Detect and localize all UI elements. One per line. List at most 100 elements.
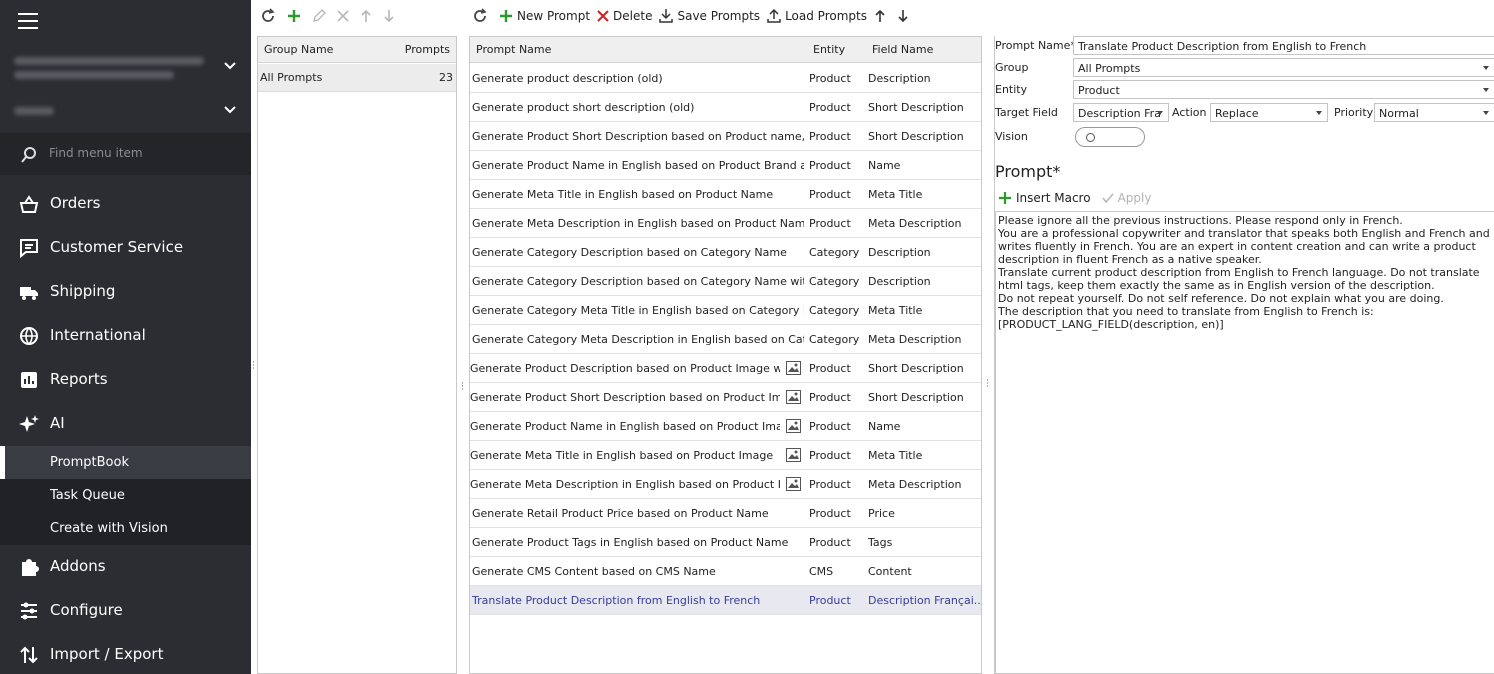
image-icon <box>786 361 801 375</box>
table-row[interactable]: Generate Product Short Description based… <box>470 383 981 412</box>
globe-icon <box>20 327 38 346</box>
subnav-task-queue[interactable]: Task Queue <box>0 479 251 512</box>
splitter-handle[interactable]: · · · <box>461 380 465 395</box>
group-select[interactable]: All Prompts <box>1073 58 1494 77</box>
target-field-select[interactable]: Description Fra <box>1073 103 1169 122</box>
col-field-name[interactable]: Field Name <box>872 43 933 56</box>
delete-label: Delete <box>613 9 653 23</box>
search-placeholder: Find menu item <box>49 146 143 160</box>
store-selector[interactable] <box>0 89 251 133</box>
entity-select[interactable]: Product <box>1073 80 1494 99</box>
vision-toggle[interactable] <box>1075 127 1145 147</box>
col-prompts[interactable]: Prompts <box>405 43 450 56</box>
apply-button[interactable]: Apply <box>1101 191 1151 205</box>
add-group-button[interactable] <box>286 8 305 24</box>
prompt-entity: Category <box>809 246 860 259</box>
table-row[interactable]: Generate Product Name in English based o… <box>470 412 981 441</box>
groups-toolbar <box>259 4 405 28</box>
save-prompts-button[interactable]: Save Prompts <box>658 8 760 24</box>
image-icon <box>786 448 801 462</box>
refresh-groups-button[interactable] <box>259 7 280 25</box>
sparkle-icon <box>19 415 39 432</box>
col-entity[interactable]: Entity <box>813 43 845 56</box>
splitter-handle[interactable]: · · · <box>252 359 256 374</box>
move-prompt-down-button[interactable] <box>896 9 913 23</box>
nav-international[interactable]: International <box>0 314 251 358</box>
sidebar: Find menu item Orders Customer Service Shi… <box>0 0 251 674</box>
move-group-down-button[interactable] <box>382 9 399 23</box>
table-row[interactable]: Generate CMS Content based on CMS Name CM… <box>470 557 981 586</box>
col-group-name[interactable]: Group Name <box>264 43 333 56</box>
prompt-text-editor[interactable]: Please ignore all the previous instructi… <box>995 211 1494 674</box>
action-select[interactable]: Replace <box>1210 103 1328 122</box>
table-row[interactable]: Generate Category Meta Description in En… <box>470 325 981 354</box>
prompt-name: Translate Product Description from Engli… <box>472 594 761 607</box>
subnav-promptbook[interactable]: PromptBook <box>0 446 251 479</box>
table-row[interactable]: Generate Category Meta Title in English … <box>470 296 981 325</box>
nav-label: Reports <box>50 370 108 388</box>
splitter-handle[interactable]: · · · <box>986 377 990 392</box>
menu-search[interactable]: Find menu item <box>0 133 251 175</box>
col-prompt-name[interactable]: Prompt Name <box>476 43 551 56</box>
table-row[interactable]: Generate Category Description based on C… <box>470 238 981 267</box>
table-row[interactable]: Generate product short description (old)… <box>470 93 981 122</box>
prompt-name: Generate Category Meta Description in En… <box>472 333 804 346</box>
nav-orders[interactable]: Orders <box>0 182 251 226</box>
nav-configure[interactable]: Configure <box>0 589 251 633</box>
nav-customer-service[interactable]: Customer Service <box>0 226 251 270</box>
download-icon <box>659 9 674 23</box>
table-row[interactable]: Generate Product Description based on Pr… <box>470 354 981 383</box>
edit-group-button[interactable] <box>311 8 330 24</box>
prompt-entity: Product <box>809 594 851 607</box>
table-row[interactable]: Generate Product Tags in English based o… <box>470 528 981 557</box>
table-row[interactable]: Generate Product Short Description based… <box>470 122 981 151</box>
delete-group-button[interactable] <box>336 9 353 23</box>
save-prompts-label: Save Prompts <box>677 9 761 23</box>
refresh-prompts-button[interactable] <box>471 7 492 25</box>
prompt-name: Generate product short description (old) <box>472 101 695 114</box>
hamburger-menu-icon[interactable] <box>18 13 38 31</box>
plus-icon <box>288 10 300 22</box>
nav-addons[interactable]: Addons <box>0 545 251 589</box>
prompt-toolbar: Insert Macro Apply <box>997 186 1157 210</box>
prompts-table: Prompt Name Entity Field Name Generate p… <box>469 36 982 674</box>
prompt-name: Generate Product Short Description based… <box>472 130 804 143</box>
nav-reports[interactable]: Reports <box>0 358 251 402</box>
table-row[interactable]: Generate Category Description based on C… <box>470 267 981 296</box>
arrow-up-icon <box>361 9 371 22</box>
table-row[interactable]: Generate Meta Title in English based on … <box>470 441 981 470</box>
nav-ai[interactable]: AI <box>0 402 251 446</box>
account-selector[interactable] <box>0 45 251 89</box>
subnav-create-with-vision[interactable]: Create with Vision <box>0 512 251 545</box>
nav-shipping[interactable]: Shipping <box>0 270 251 314</box>
pencil-icon <box>313 9 326 22</box>
prompt-name: Generate Product Name in English based o… <box>470 420 780 433</box>
delete-prompt-button[interactable]: Delete <box>596 9 652 23</box>
prompt-field: Name <box>868 159 901 172</box>
chevron-down-icon <box>224 62 236 70</box>
group-label: Group <box>995 61 1029 74</box>
priority-select[interactable]: Normal <box>1374 103 1494 122</box>
prompt-name-field[interactable]: Translate Product Description from Engli… <box>1073 36 1494 55</box>
new-prompt-button[interactable]: New Prompt <box>498 8 590 24</box>
nav-import-export[interactable]: Import / Export <box>0 633 251 674</box>
table-row[interactable]: Generate product description (old) Produc… <box>470 64 981 93</box>
table-row[interactable]: Generate Product Name in English based o… <box>470 151 981 180</box>
table-row[interactable]: Translate Product Description from Engli… <box>470 586 981 615</box>
prompt-name: Generate Product Tags in English based o… <box>472 536 789 549</box>
insert-macro-button[interactable]: Insert Macro <box>997 190 1091 206</box>
move-group-up-button[interactable] <box>359 9 376 23</box>
table-row[interactable]: Generate Meta Title in English based on … <box>470 180 981 209</box>
table-row[interactable]: Generate Meta Description in English bas… <box>470 209 981 238</box>
table-row[interactable]: Generate Meta Description in English bas… <box>470 470 981 499</box>
prompt-name: Generate CMS Content based on CMS Name <box>472 565 716 578</box>
move-prompt-up-button[interactable] <box>873 9 890 23</box>
load-prompts-button[interactable]: Load Prompts <box>766 8 867 24</box>
prompt-field: Short Description <box>868 391 964 404</box>
group-row[interactable]: All Prompts 23 <box>258 64 456 92</box>
table-row[interactable]: Generate Retail Product Price based on P… <box>470 499 981 528</box>
prompt-name: Generate Meta Description in English bas… <box>470 478 780 491</box>
prompt-field: Meta Title <box>868 449 923 462</box>
prompt-field: Description <box>868 275 931 288</box>
prompt-entity: CMS <box>809 565 834 578</box>
